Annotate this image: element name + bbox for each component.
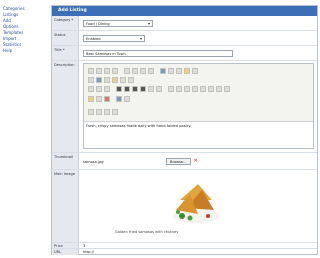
toolbar-row-3 (88, 85, 230, 93)
templates-icon[interactable] (104, 86, 110, 92)
unlink-icon[interactable] (104, 77, 110, 83)
toolbar-row-1 (88, 67, 198, 75)
undo-icon[interactable] (124, 68, 130, 74)
status-label: Status (52, 31, 79, 45)
title-input[interactable]: Best Samosas in Town (83, 50, 233, 57)
underline-icon[interactable] (132, 86, 138, 92)
anchor-icon[interactable] (112, 77, 118, 83)
justify-icon[interactable] (224, 86, 230, 92)
title-label: Title * (52, 46, 79, 60)
indent-icon[interactable] (192, 86, 198, 92)
redo-icon[interactable] (132, 68, 138, 74)
strike-icon[interactable] (140, 86, 146, 92)
browse-button[interactable]: Browse... (166, 158, 191, 165)
format-dropdown-icon[interactable] (96, 109, 102, 115)
cut-icon[interactable] (88, 68, 94, 74)
image-row: Main Image Golden fried samosas with chu… (52, 170, 317, 243)
description-row: Description Fresh, crispy samosas made d… (52, 61, 317, 153)
spellcheck-icon[interactable] (88, 77, 94, 83)
toolbar-row-2 (88, 76, 134, 84)
align-left-icon[interactable] (200, 86, 206, 92)
replace-icon[interactable] (148, 68, 154, 74)
description-label: Description (52, 61, 79, 152)
select-all-icon[interactable] (120, 77, 126, 83)
image-label: Main Image (52, 170, 79, 242)
sidebar: Categories Listings Add Options Template… (3, 6, 39, 54)
sidebar-link-help[interactable]: Help (3, 48, 39, 54)
form-panel: Add Listing Category * Food / Dining ▾ S… (51, 5, 318, 255)
find-icon[interactable] (140, 68, 146, 74)
numbered-list-icon[interactable] (168, 86, 174, 92)
url-input[interactable]: http:// (83, 250, 94, 254)
text-color-icon[interactable] (88, 96, 94, 102)
toolbar-row-4 (88, 95, 130, 103)
smiley-icon[interactable] (184, 68, 190, 74)
outdent-icon[interactable] (184, 86, 190, 92)
category-select[interactable]: Food / Dining ▾ (83, 20, 153, 27)
samosa-photo (172, 184, 220, 223)
url-label: URL (52, 249, 79, 255)
bold-icon[interactable] (116, 86, 122, 92)
thumbnail-label: Thumbnail (52, 153, 79, 169)
description-text[interactable]: Fresh, crispy samosas made daily with ha… (86, 124, 311, 128)
align-center-icon[interactable] (208, 86, 214, 92)
superscript-icon[interactable] (156, 86, 162, 92)
chevron-down-icon: ▾ (147, 21, 150, 26)
remove-format-icon[interactable] (128, 77, 134, 83)
status-row: Status Enabled ▾ (52, 31, 317, 46)
bullet-list-icon[interactable] (176, 86, 182, 92)
table-icon[interactable] (168, 68, 174, 74)
bg-color-icon[interactable] (96, 96, 102, 102)
url-row: URL http:// (52, 249, 317, 255)
category-label: Category * (52, 16, 79, 30)
paste-icon[interactable] (104, 68, 110, 74)
special-char-icon[interactable] (192, 68, 198, 74)
preview-icon[interactable] (96, 86, 102, 92)
maximize-icon[interactable] (116, 96, 122, 102)
show-blocks-icon[interactable] (124, 96, 130, 102)
thumbnail-controls: samosa.jpg Browse... ✕ (83, 158, 314, 165)
subscript-icon[interactable] (148, 86, 154, 92)
thumbnail-filename: samosa.jpg (83, 159, 104, 164)
category-value: Food / Dining (86, 21, 110, 26)
thumbnail-row: Thumbnail samosa.jpg Browse... ✕ (52, 153, 317, 170)
chevron-down-icon: ▾ (139, 36, 142, 41)
category-row: Category * Food / Dining ▾ (52, 16, 317, 31)
source-icon[interactable] (88, 86, 94, 92)
title-row: Title * Best Samosas in Town (52, 46, 317, 61)
style-dropdown-icon[interactable] (88, 109, 94, 115)
link-icon[interactable] (96, 77, 102, 83)
status-select[interactable]: Enabled ▾ (83, 35, 145, 42)
price-label: Price (52, 243, 79, 248)
image-icon[interactable] (160, 68, 166, 74)
italic-icon[interactable] (124, 86, 130, 92)
image-caption: Golden fried samosas with chutney (115, 230, 179, 234)
price-input[interactable]: 3 (83, 244, 85, 248)
paste-text-icon[interactable] (112, 68, 118, 74)
clear-icon[interactable]: ✕ (194, 159, 198, 164)
rule-icon[interactable] (176, 68, 182, 74)
status-value: Enabled (86, 36, 101, 41)
flash-icon[interactable] (104, 96, 110, 102)
size-dropdown-icon[interactable] (112, 109, 118, 115)
font-dropdown-icon[interactable] (104, 109, 110, 115)
panel-title: Add Listing (52, 6, 317, 16)
copy-icon[interactable] (96, 68, 102, 74)
toolbar-row-5 (88, 108, 118, 116)
align-right-icon[interactable] (216, 86, 222, 92)
editor-toolbar (84, 64, 313, 122)
description-editor[interactable]: Fresh, crispy samosas made daily with ha… (83, 63, 314, 149)
